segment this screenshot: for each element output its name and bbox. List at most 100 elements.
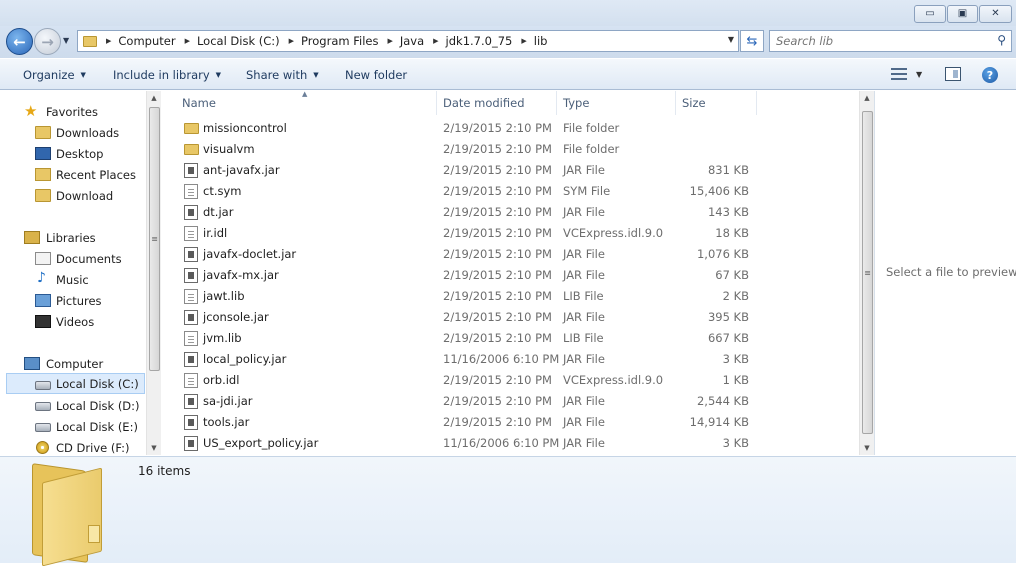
file-date: 2/19/2015 2:10 PM [443,247,552,261]
breadcrumb-program-files[interactable]: ▶ Program Files [280,34,379,48]
maximize-button[interactable]: ▣ [947,5,978,23]
music-icon: ♪ [37,270,46,286]
file-type: VCExpress.idl.9.0 [563,373,664,387]
search-input[interactable] [774,33,984,49]
forward-button[interactable]: → [34,28,61,55]
column-header-date[interactable]: Date modified [437,91,557,115]
breadcrumb-local-disk-c[interactable]: ▶ Local Disk (C:) [176,34,280,48]
file-row[interactable]: jvm.lib 2/19/2015 2:10 PM LIB File 667 KB [162,328,859,349]
file-row[interactable]: dt.jar 2/19/2015 2:10 PM JAR File 143 KB [162,202,859,223]
refresh-button[interactable]: ⇆ [740,30,764,52]
file-row[interactable]: visualvm 2/19/2015 2:10 PM File folder [162,139,859,160]
file-row[interactable]: local_policy.jar 11/16/2006 6:10 PM JAR Fi… [162,349,859,370]
view-dropdown-icon[interactable]: ▼ [916,70,922,79]
history-dropdown-icon[interactable]: ▼ [63,36,69,45]
file-size: 667 KB [707,331,749,345]
jar-file-icon [184,352,198,367]
scroll-down-icon[interactable]: ▼ [860,441,874,455]
file-row[interactable]: ant-javafx.jar 2/19/2015 2:10 PM JAR File 8… [162,160,859,181]
nav-documents[interactable]: Documents [0,248,146,269]
computer-icon [24,357,40,370]
videos-icon [35,315,51,328]
nav-desktop[interactable]: Desktop [0,143,146,164]
view-options-icon[interactable] [891,68,907,80]
close-button[interactable]: ✕ [979,5,1012,23]
file-size: 2 KB [722,289,749,303]
recent-places-icon [35,168,51,181]
download-folder-icon [35,189,51,202]
file-row[interactable]: tools.jar 2/19/2015 2:10 PM JAR File 14,914… [162,412,859,433]
file-row[interactable]: jawt.lib 2/19/2015 2:10 PM LIB File 2 KB [162,286,859,307]
file-row[interactable]: javafx-doclet.jar 2/19/2015 2:10 PM JAR Fi… [162,244,859,265]
file-name: jawt.lib [203,289,245,303]
nav-download[interactable]: Download [0,185,146,206]
nav-favorites[interactable]: ★ Favorites [0,101,146,122]
address-bar[interactable]: ▶ Computer ▶ Local Disk (C:) ▶ Program File… [77,30,739,52]
file-type: JAR File [563,415,605,429]
new-folder-button[interactable]: New folder [345,68,407,82]
breadcrumb-computer[interactable]: ▶ Computer [97,34,176,48]
include-in-library-button[interactable]: Include in library ▼ [113,68,221,82]
file-size: 1 KB [722,373,749,387]
nav-music[interactable]: ♪ Music [0,269,146,290]
file-row[interactable]: orb.idl 2/19/2015 2:10 PM VCExpress.idl.9.… [162,370,859,391]
column-header-type[interactable]: Type [557,91,676,115]
file-row[interactable]: missioncontrol 2/19/2015 2:10 PM File fold… [162,118,859,139]
address-dropdown-icon[interactable]: ▼ [728,35,734,44]
nav-pictures[interactable]: Pictures [0,290,146,311]
file-date: 2/19/2015 2:10 PM [443,121,552,135]
file-size: 143 KB [707,205,749,219]
drive-icon [35,423,51,432]
nav-libraries[interactable]: Libraries [0,227,146,248]
organize-button[interactable]: Organize ▼ [23,68,86,82]
file-row[interactable]: ct.sym 2/19/2015 2:10 PM SYM File 15,406 KB [162,181,859,202]
breadcrumb-lib[interactable]: ▶ lib [512,34,547,48]
desktop-icon [35,147,51,160]
scroll-down-icon[interactable]: ▼ [147,441,161,455]
file-name: jvm.lib [203,331,242,345]
file-row[interactable]: ir.idl 2/19/2015 2:10 PM VCExpress.idl.9.0… [162,223,859,244]
file-date: 2/19/2015 2:10 PM [443,226,552,240]
address-row: ← → ▼ ▶ Computer ▶ Local Disk (C:) ▶ Progra… [0,26,1016,58]
breadcrumb-java[interactable]: ▶ Java [378,34,424,48]
back-button[interactable]: ← [6,28,33,55]
chevron-down-icon: ▼ [313,71,319,79]
minimize-button[interactable]: ▭ [914,5,946,23]
column-header-size[interactable]: Size [676,91,757,115]
nav-videos[interactable]: Videos [0,311,146,332]
file-row[interactable]: sa-jdi.jar 2/19/2015 2:10 PM JAR File 2,544… [162,391,859,412]
nav-local-disk-e[interactable]: Local Disk (E:) [0,416,146,437]
nav-computer[interactable]: Computer [0,353,146,374]
scroll-up-icon[interactable]: ▲ [860,91,874,105]
file-size: 2,544 KB [696,394,749,408]
maximize-icon: ▣ [957,8,968,19]
column-header-name[interactable]: Name ▲ [162,90,437,115]
file-list-scrollbar[interactable]: ▲ ≡ ▼ [859,91,874,455]
file-type: JAR File [563,163,605,177]
scrollbar-thumb[interactable]: ≡ [149,107,160,371]
help-icon[interactable]: ? [982,67,998,83]
nav-cd-drive-f[interactable]: CD Drive (F:) [0,437,146,458]
file-row[interactable]: jconsole.jar 2/19/2015 2:10 PM JAR File 395… [162,307,859,328]
scroll-up-icon[interactable]: ▲ [147,91,161,105]
nav-local-disk-d[interactable]: Local Disk (D:) [0,395,146,416]
jar-file-icon [184,310,198,325]
jar-file-icon [184,415,198,430]
preview-pane-icon[interactable] [945,67,961,81]
nav-scrollbar[interactable]: ▲ ≡ ▼ [146,91,161,455]
file-name: missioncontrol [203,121,287,135]
nav-recent-places[interactable]: Recent Places [0,164,146,185]
file-row[interactable]: US_export_policy.jar 11/16/2006 6:10 PM JA… [162,433,859,454]
search-box[interactable]: ⚲ [769,30,1012,52]
scrollbar-thumb[interactable]: ≡ [862,111,873,434]
file-row[interactable]: javafx-mx.jar 2/19/2015 2:10 PM JAR File 67… [162,265,859,286]
nav-downloads[interactable]: Downloads [0,122,146,143]
search-icon[interactable]: ⚲ [997,33,1006,47]
nav-local-disk-c[interactable]: Local Disk (C:) [6,373,145,394]
file-size: 14,914 KB [689,415,749,429]
file-size: 15,406 KB [689,184,749,198]
breadcrumb-separator-icon: ▶ [184,37,190,45]
grip-icon: ≡ [864,268,871,277]
share-with-button[interactable]: Share with ▼ [246,68,319,82]
breadcrumb-jdk[interactable]: ▶ jdk1.7.0_75 [424,34,512,48]
